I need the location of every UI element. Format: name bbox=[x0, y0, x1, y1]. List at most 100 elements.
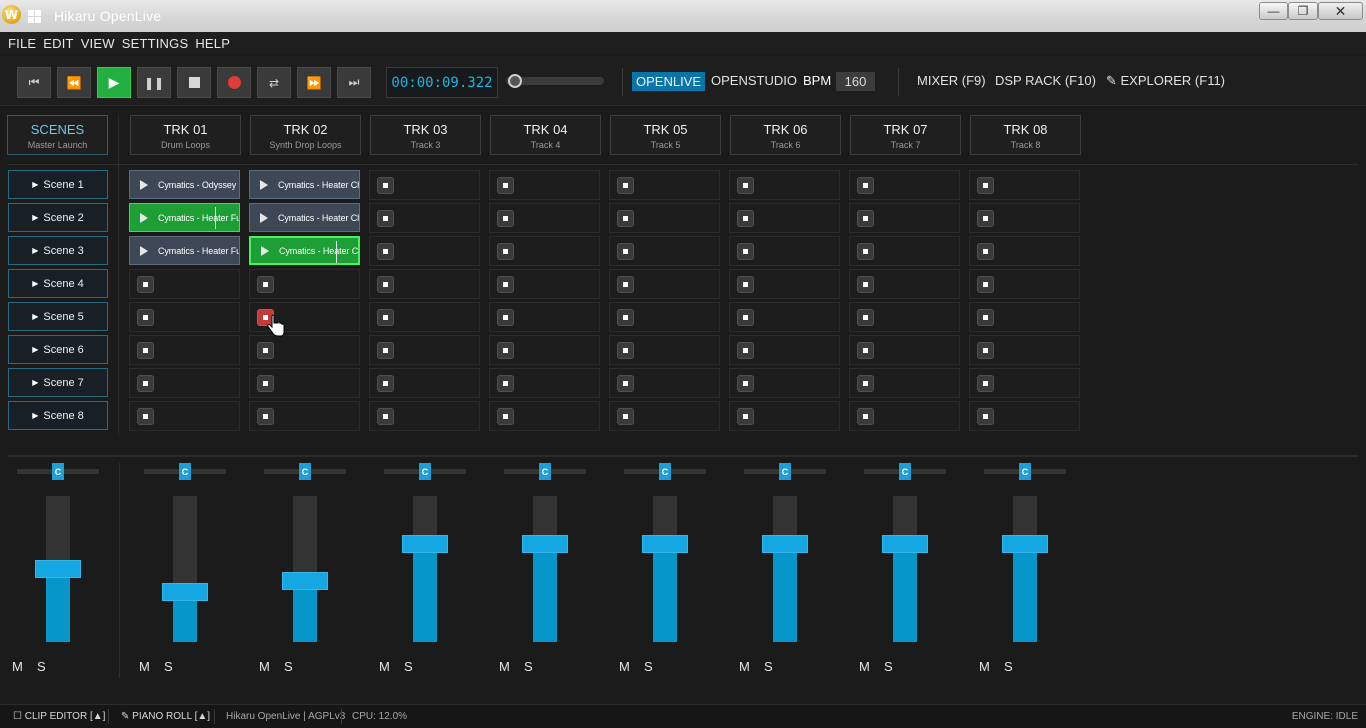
volume-fader[interactable] bbox=[173, 496, 197, 642]
slot-stop-button[interactable] bbox=[737, 276, 754, 293]
clip-play-icon[interactable] bbox=[140, 212, 148, 223]
clip[interactable]: Cymatics - Heater Chord bbox=[249, 203, 360, 232]
slot-stop-button[interactable] bbox=[857, 243, 874, 260]
slot-stop-button[interactable] bbox=[377, 408, 394, 425]
pan-knob[interactable]: C bbox=[539, 463, 551, 480]
menu-help[interactable]: HELP bbox=[195, 36, 230, 51]
scene-launch-button-4[interactable]: ▶ Scene 4 bbox=[8, 269, 108, 298]
pan-knob[interactable]: C bbox=[659, 463, 671, 480]
mute-button[interactable]: M bbox=[379, 659, 390, 674]
mode-openlive-button[interactable]: OPENLIVE bbox=[632, 72, 706, 91]
maximize-button[interactable]: ❐ bbox=[1288, 2, 1318, 20]
scene-launch-button-3[interactable]: ▶ Scene 3 bbox=[8, 236, 108, 265]
pan-knob[interactable]: C bbox=[1019, 463, 1031, 480]
slot-stop-button[interactable] bbox=[617, 243, 634, 260]
mute-button[interactable]: M bbox=[259, 659, 270, 674]
mute-button[interactable]: M bbox=[139, 659, 150, 674]
solo-button[interactable]: S bbox=[644, 659, 653, 674]
scene-launch-button-5[interactable]: ▶ Scene 5 bbox=[8, 302, 108, 331]
track-header-5[interactable]: TRK 05 Track 5 bbox=[610, 115, 721, 155]
clip[interactable]: Cymatics - Heater Full D bbox=[129, 203, 240, 232]
slot-stop-button[interactable] bbox=[257, 276, 274, 293]
slot-stop-button[interactable] bbox=[617, 375, 634, 392]
track-header-4[interactable]: TRK 04 Track 4 bbox=[490, 115, 601, 155]
solo-button[interactable]: S bbox=[1004, 659, 1013, 674]
solo-button[interactable]: S bbox=[284, 659, 293, 674]
slot-stop-button[interactable] bbox=[737, 375, 754, 392]
slot-stop-button[interactable] bbox=[497, 342, 514, 359]
track-header-6[interactable]: TRK 06 Track 6 bbox=[730, 115, 841, 155]
slot-stop-button[interactable] bbox=[977, 210, 994, 227]
record-button[interactable] bbox=[217, 67, 251, 98]
slot-stop-button[interactable] bbox=[377, 210, 394, 227]
slot-stop-button[interactable] bbox=[977, 408, 994, 425]
slot-stop-button[interactable] bbox=[137, 276, 154, 293]
volume-fader[interactable] bbox=[413, 496, 437, 642]
bpm-input[interactable]: 160 bbox=[836, 72, 875, 91]
slot-stop-button[interactable] bbox=[137, 309, 154, 326]
slot-stop-button[interactable] bbox=[977, 276, 994, 293]
volume-fader-handle[interactable] bbox=[522, 535, 568, 553]
slot-stop-button[interactable] bbox=[737, 210, 754, 227]
slot-stop-button[interactable] bbox=[977, 375, 994, 392]
skip-to-end-button[interactable]: ⏭ bbox=[337, 67, 371, 98]
slot-stop-button[interactable] bbox=[977, 243, 994, 260]
fast-forward-button[interactable]: ⏩ bbox=[297, 67, 331, 98]
slot-stop-button[interactable] bbox=[497, 375, 514, 392]
menu-view[interactable]: VIEW bbox=[81, 36, 115, 51]
slot-stop-button[interactable] bbox=[497, 243, 514, 260]
slot-stop-button[interactable] bbox=[497, 276, 514, 293]
loop-button[interactable]: ⇄ bbox=[257, 67, 291, 98]
pan-knob[interactable]: C bbox=[779, 463, 791, 480]
slot-stop-button[interactable] bbox=[497, 408, 514, 425]
menu-file[interactable]: FILE bbox=[8, 36, 36, 51]
slot-stop-button[interactable] bbox=[137, 408, 154, 425]
volume-fader[interactable] bbox=[893, 496, 917, 642]
solo-button[interactable]: S bbox=[37, 659, 46, 674]
solo-button[interactable]: S bbox=[764, 659, 773, 674]
slot-stop-button[interactable] bbox=[497, 309, 514, 326]
mute-button[interactable]: M bbox=[12, 659, 23, 674]
slot-stop-button[interactable] bbox=[857, 408, 874, 425]
mute-button[interactable]: M bbox=[619, 659, 630, 674]
slot-stop-button[interactable] bbox=[737, 177, 754, 194]
slot-stop-button[interactable] bbox=[617, 309, 634, 326]
pan-knob[interactable]: C bbox=[179, 463, 191, 480]
slot-stop-button[interactable] bbox=[857, 309, 874, 326]
clip[interactable]: Cymatics - Heater Full D bbox=[129, 236, 240, 265]
slot-stop-button[interactable] bbox=[257, 408, 274, 425]
slot-stop-button[interactable] bbox=[617, 276, 634, 293]
volume-fader-handle[interactable] bbox=[762, 535, 808, 553]
slot-stop-button[interactable] bbox=[737, 309, 754, 326]
volume-fader-handle[interactable] bbox=[882, 535, 928, 553]
mute-button[interactable]: M bbox=[499, 659, 510, 674]
track-header-1[interactable]: TRK 01 Drum Loops bbox=[130, 115, 241, 155]
minimize-button[interactable]: — bbox=[1259, 2, 1288, 20]
slot-stop-button[interactable] bbox=[857, 177, 874, 194]
slot-stop-button[interactable] bbox=[377, 375, 394, 392]
clip-editor-toggle[interactable]: ☐ CLIP EDITOR [▲] bbox=[13, 711, 105, 722]
clip-play-icon[interactable] bbox=[260, 212, 268, 223]
volume-fader-handle[interactable] bbox=[642, 535, 688, 553]
track-header-3[interactable]: TRK 03 Track 3 bbox=[370, 115, 481, 155]
slot-stop-button[interactable] bbox=[137, 342, 154, 359]
volume-fader-handle[interactable] bbox=[402, 535, 448, 553]
slot-stop-button[interactable] bbox=[617, 342, 634, 359]
volume-fader-handle[interactable] bbox=[282, 572, 328, 590]
scene-launch-button-6[interactable]: ▶ Scene 6 bbox=[8, 335, 108, 364]
mute-button[interactable]: M bbox=[739, 659, 750, 674]
slot-stop-button[interactable] bbox=[377, 243, 394, 260]
solo-button[interactable]: S bbox=[164, 659, 173, 674]
mode-openstudio-button[interactable]: OPENSTUDIO bbox=[711, 73, 797, 88]
close-button[interactable]: ✕ bbox=[1318, 2, 1363, 20]
volume-fader[interactable] bbox=[653, 496, 677, 642]
pan-knob[interactable]: C bbox=[52, 463, 64, 480]
slot-stop-button[interactable] bbox=[737, 342, 754, 359]
stop-button[interactable] bbox=[177, 67, 211, 98]
pan-knob[interactable]: C bbox=[419, 463, 431, 480]
slot-stop-button[interactable] bbox=[737, 408, 754, 425]
slot-stop-button[interactable] bbox=[257, 342, 274, 359]
slot-stop-button[interactable] bbox=[617, 408, 634, 425]
menu-edit[interactable]: EDIT bbox=[43, 36, 73, 51]
slot-stop-button[interactable] bbox=[497, 210, 514, 227]
